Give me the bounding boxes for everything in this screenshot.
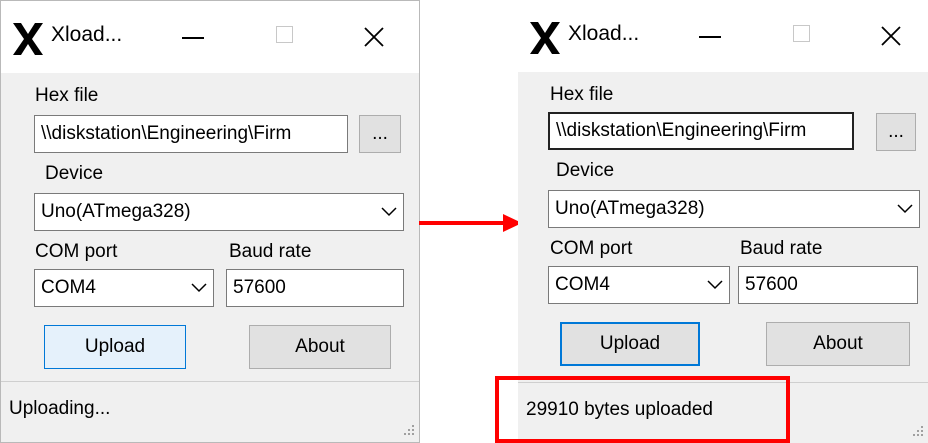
browse-button[interactable]: ... (876, 113, 916, 151)
maximize-icon (276, 26, 293, 43)
device-select[interactable]: Uno(ATmega328) (548, 190, 920, 228)
device-label: Device (45, 163, 104, 184)
minimize-button[interactable] (171, 17, 215, 57)
resize-grip-icon[interactable] (401, 422, 415, 436)
maximize-button[interactable] (263, 17, 307, 57)
device-select[interactable]: Uno(ATmega328) (34, 193, 404, 231)
hex-file-input[interactable]: \\diskstation\Engineering\Firm (548, 112, 854, 150)
window-title: Xload... (51, 23, 123, 46)
maximize-button[interactable] (780, 16, 824, 56)
com-port-value: COM4 (555, 274, 610, 295)
chevron-down-icon (191, 283, 207, 293)
close-icon (881, 26, 901, 46)
maximize-icon (793, 25, 810, 42)
chevron-down-icon (707, 280, 723, 290)
com-port-label: COM port (550, 238, 633, 259)
upload-button[interactable]: Upload (560, 322, 700, 366)
xload-window-before: Xload... Hex file \\diskstation\Engineer… (0, 0, 420, 443)
device-value: Uno(ATmega328) (41, 201, 191, 222)
arrow-right-icon (419, 214, 522, 232)
x-logo-icon (13, 23, 43, 55)
hex-file-label: Hex file (550, 84, 614, 105)
window-title: Xload... (568, 22, 640, 45)
chevron-down-icon (897, 204, 913, 214)
highlight-box (495, 376, 790, 443)
status-bar: Uploading... (1, 381, 419, 442)
close-button[interactable] (352, 17, 396, 57)
baud-rate-label: Baud rate (740, 238, 823, 259)
device-value: Uno(ATmega328) (555, 198, 705, 219)
baud-rate-input[interactable]: 57600 (738, 266, 918, 304)
com-port-label: COM port (35, 241, 118, 262)
upload-button[interactable]: Upload (44, 325, 186, 369)
x-logo-icon (530, 22, 560, 54)
hex-file-label: Hex file (35, 85, 99, 106)
about-button[interactable]: About (766, 322, 910, 366)
com-port-value: COM4 (41, 277, 96, 298)
chevron-down-icon (381, 207, 397, 217)
device-label: Device (556, 160, 615, 181)
status-text: Uploading... (9, 398, 111, 419)
baud-rate-label: Baud rate (229, 241, 312, 262)
title-bar: Xload... (1, 1, 419, 73)
com-port-select[interactable]: COM4 (34, 269, 214, 307)
title-bar: Xload... (518, 0, 928, 72)
close-button[interactable] (869, 16, 913, 56)
close-icon (364, 27, 384, 47)
baud-rate-input[interactable]: 57600 (226, 269, 404, 307)
minimize-icon (182, 37, 204, 39)
hex-file-input[interactable]: \\diskstation\Engineering\Firm (34, 115, 348, 153)
browse-button[interactable]: ... (359, 115, 401, 153)
minimize-icon (699, 36, 721, 38)
about-button[interactable]: About (249, 325, 391, 369)
minimize-button[interactable] (688, 16, 732, 56)
resize-grip-icon[interactable] (910, 423, 924, 437)
com-port-select[interactable]: COM4 (548, 266, 730, 304)
